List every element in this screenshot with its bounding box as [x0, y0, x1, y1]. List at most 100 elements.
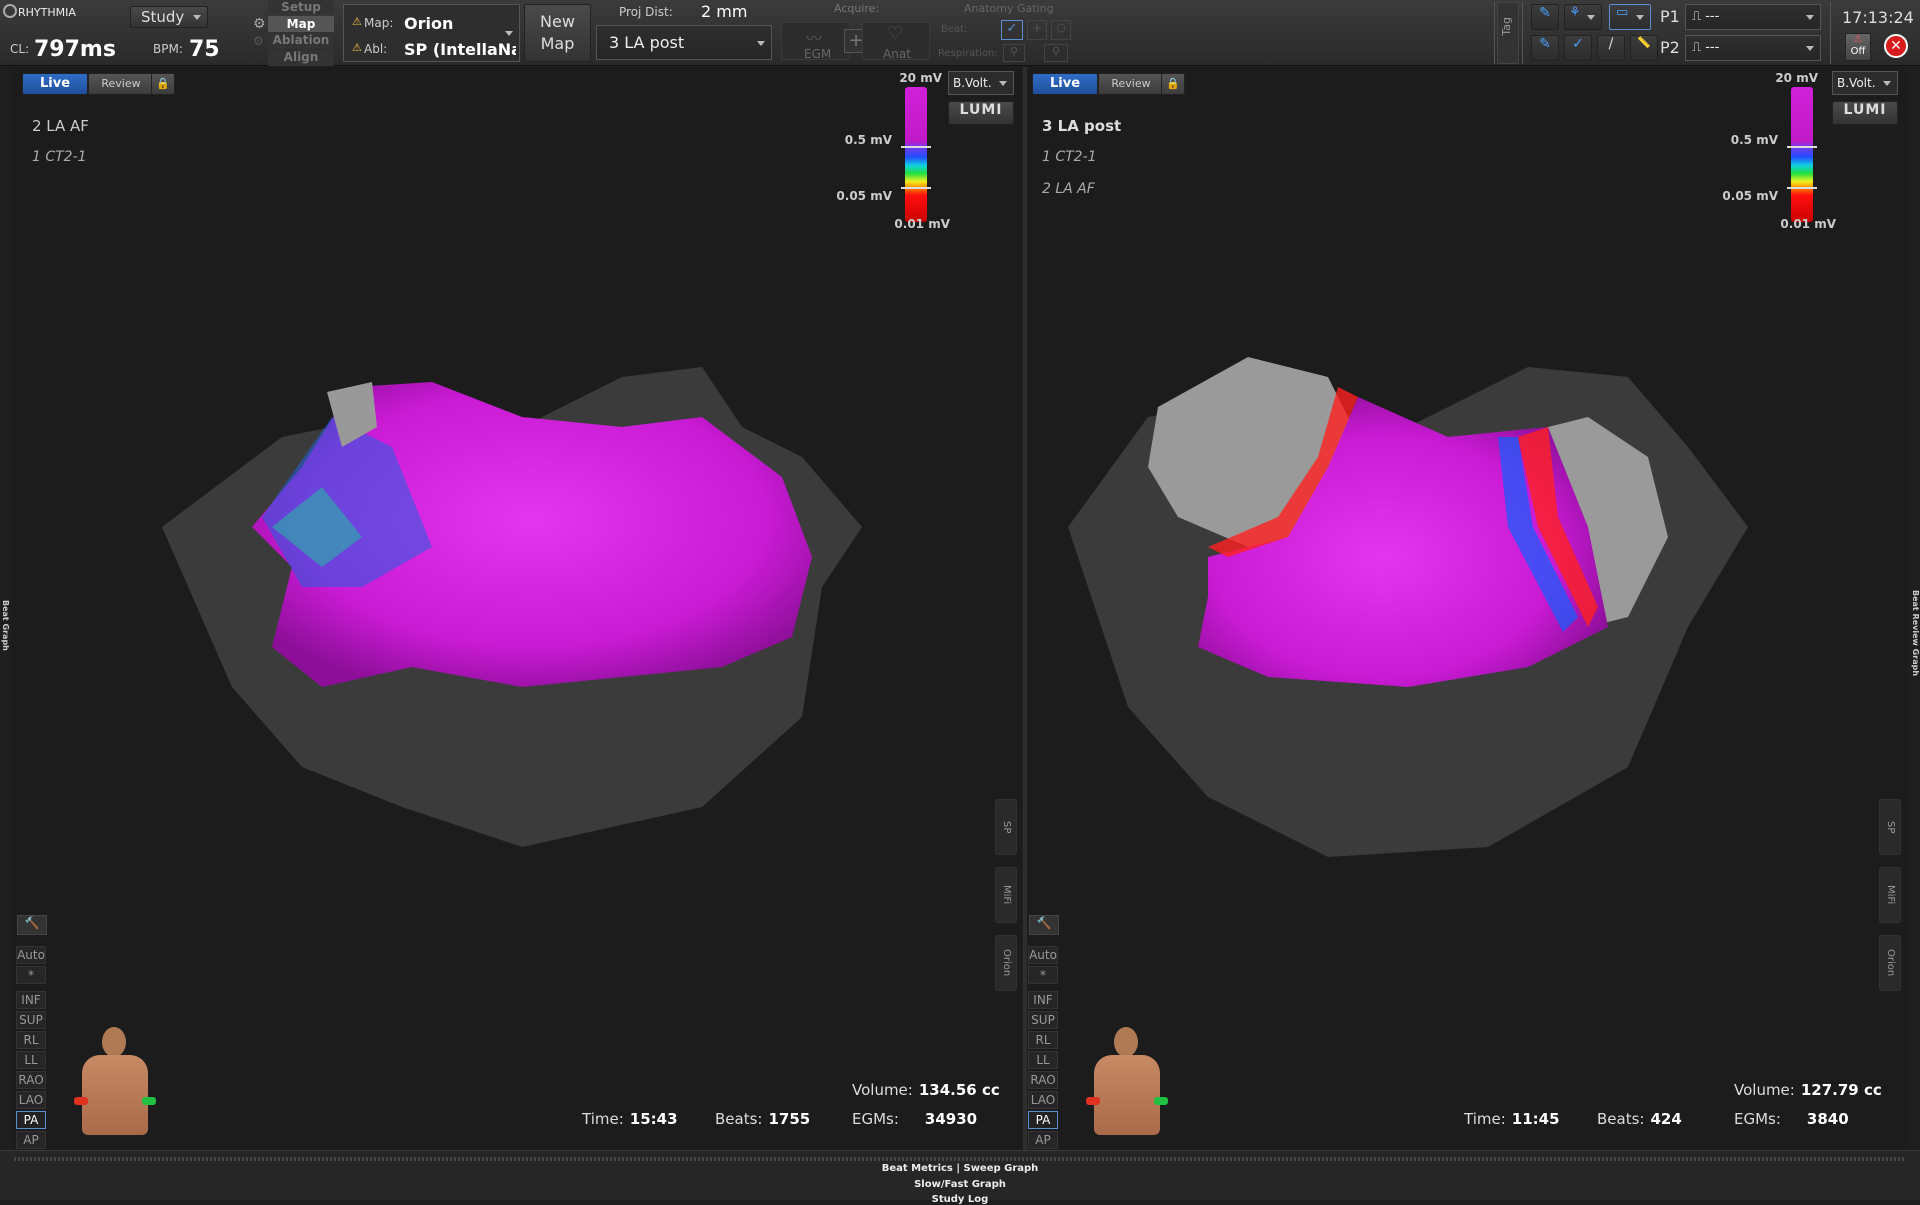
review-button[interactable]: Review [1098, 73, 1164, 95]
hammer-icon[interactable]: 🔨 [17, 915, 47, 935]
beat-graph-side-tab[interactable]: Beat Graph [0, 600, 10, 680]
warning-icon: ⚠ [352, 41, 362, 54]
scale-top-label: 20 mV [1775, 71, 1818, 85]
slow-fast-graph-tab[interactable]: Slow/Fast Graph [0, 1179, 1920, 1190]
study-dropdown[interactable]: Study [130, 6, 208, 28]
proj-dist-value[interactable]: 2 mm [701, 2, 747, 21]
view-auto-button[interactable]: Auto [16, 946, 46, 964]
respiration-lungs-x-icon[interactable]: ⚲ [1044, 44, 1068, 62]
left-atrium-map-render [1068, 357, 1748, 857]
view-ll-button[interactable]: LL [16, 1051, 46, 1069]
bottom-grip-handle[interactable] [14, 1157, 1906, 1161]
view-ap-button[interactable]: AP [1028, 1131, 1058, 1149]
gear-icon[interactable]: ⚙ [253, 16, 266, 32]
new-map-button[interactable]: New Map [524, 4, 591, 62]
chevron-down-icon [1636, 15, 1644, 20]
scale-lower-handle[interactable] [1787, 187, 1817, 189]
volume-label: Volume: [852, 1081, 913, 1099]
beat-review-graph-side-tab[interactable]: Beat Review Graph [1908, 590, 1920, 690]
proj-dist-label: Proj Dist: [619, 5, 673, 19]
respiration-lungs-icon[interactable]: ⚲ [1003, 44, 1025, 62]
view-pa-button[interactable]: PA [1028, 1111, 1058, 1129]
volume-stat: Volume: 134.56 cc [852, 1081, 1000, 1099]
map-type-dropdown[interactable]: B.Volt. [1832, 71, 1898, 95]
beat-metrics-sweep-graph-tab[interactable]: Beat Metrics | Sweep Graph [0, 1163, 1920, 1174]
map-catheter-dropdown[interactable]: ⚠ Map: Orion ⚠ Abl: SP (IntellaNa [343, 4, 520, 62]
panel-divider[interactable] [1023, 67, 1027, 1150]
sp-side-tab[interactable]: SP [1879, 799, 1901, 855]
catheter-tool-icon[interactable]: ✎ [1531, 35, 1559, 61]
3d-map-viewport[interactable] [1028, 287, 1888, 887]
lock-icon[interactable]: 🔒 [1161, 73, 1185, 95]
view-rl-button[interactable]: RL [1028, 1031, 1058, 1049]
tag-tab[interactable]: Tag [1497, 2, 1519, 64]
chevron-down-icon [757, 40, 765, 46]
lock-icon[interactable]: 🔒 [151, 73, 175, 95]
orion-side-tab[interactable]: Orion [1879, 935, 1901, 991]
ruler-icon[interactable]: 📏 [1630, 35, 1658, 61]
view-lao-button[interactable]: LAO [1028, 1091, 1058, 1109]
scale-upper-handle[interactable] [1787, 146, 1817, 148]
close-icon[interactable]: ✕ [1884, 34, 1908, 58]
view-rl-button[interactable]: RL [16, 1031, 46, 1049]
view-pa-button[interactable]: PA [16, 1111, 46, 1129]
egms-label: EGMs: [1734, 1110, 1781, 1128]
map-type-dropdown[interactable]: B.Volt. [948, 71, 1014, 95]
live-button[interactable]: Live [1032, 73, 1098, 95]
view-inf-button[interactable]: INF [16, 991, 46, 1009]
map-select-dropdown[interactable]: 3 LA post [596, 25, 772, 60]
mode-align[interactable]: Align [268, 50, 334, 66]
view-auto-button[interactable]: Auto [1028, 946, 1058, 964]
off-label: Off [1850, 46, 1866, 57]
acquire-egm-button[interactable]: 〰 EGM [781, 22, 850, 61]
view-rao-button[interactable]: RAO [1028, 1071, 1058, 1089]
scale-upper-handle[interactable] [901, 146, 931, 148]
catheter-visibility-dropdown[interactable]: ⚘ [1564, 4, 1602, 30]
p1-dropdown[interactable]: ⎍ --- [1685, 4, 1821, 30]
hammer-icon[interactable]: 🔨 [1029, 915, 1059, 935]
view-ap-button[interactable]: AP [16, 1131, 46, 1149]
catheter-pen-icon[interactable]: ✎ [1531, 4, 1559, 30]
map-type-value: B.Volt. [1837, 76, 1876, 90]
off-toggle-button[interactable]: ⚠ Off [1845, 33, 1871, 61]
voltage-color-scale[interactable] [905, 87, 927, 222]
view-star-button[interactable]: * [16, 966, 46, 984]
view-lao-button[interactable]: LAO [16, 1091, 46, 1109]
beat-gating-plus-icon[interactable]: + [1027, 20, 1047, 40]
beat-gating-circle-icon[interactable]: ○ [1051, 20, 1071, 40]
brush-icon[interactable]: / [1597, 35, 1625, 61]
view-ll-button[interactable]: LL [1028, 1051, 1058, 1069]
mode-map[interactable]: Map [268, 16, 334, 32]
lumi-button[interactable]: LUMI [948, 101, 1014, 125]
mode-ablation[interactable]: Ablation [268, 33, 334, 49]
clock: 17:13:24 [1842, 8, 1914, 27]
view-inf-button[interactable]: INF [1028, 991, 1058, 1009]
torso-orientation-icon[interactable] [1086, 1027, 1168, 1137]
live-button[interactable]: Live [22, 73, 88, 95]
view-star-button[interactable]: * [1028, 966, 1058, 984]
beats-value: 424 [1650, 1110, 1682, 1128]
orion-side-tab[interactable]: Orion [995, 935, 1017, 991]
lumi-button[interactable]: LUMI [1832, 101, 1898, 125]
scale-lower-handle[interactable] [901, 187, 931, 189]
display-monitor-dropdown[interactable]: ▭ [1609, 4, 1651, 30]
view-sup-button[interactable]: SUP [1028, 1011, 1058, 1029]
mifi-side-tab[interactable]: MiFi [1879, 867, 1901, 923]
review-button[interactable]: Review [88, 73, 154, 95]
voltage-color-scale[interactable] [1791, 87, 1813, 222]
mode-setup[interactable]: Setup [268, 0, 334, 14]
acquire-anat-button[interactable]: ♡ Anat [862, 22, 930, 61]
time-stat: Time: 15:43 [582, 1110, 678, 1128]
time-label: Time: [582, 1110, 624, 1128]
view-rao-button[interactable]: RAO [16, 1071, 46, 1089]
ablation-catheter-icon[interactable]: ✓ [1564, 35, 1592, 61]
3d-map-viewport[interactable] [102, 287, 982, 887]
view-sup-button[interactable]: SUP [16, 1011, 46, 1029]
map-select-value: 3 LA post [609, 33, 685, 52]
p2-dropdown[interactable]: ⎍ --- [1685, 35, 1821, 61]
sp-side-tab[interactable]: SP [995, 799, 1017, 855]
beat-gating-check-icon[interactable]: ✓ [1001, 20, 1023, 40]
mifi-side-tab[interactable]: MiFi [995, 867, 1017, 923]
torso-orientation-icon[interactable] [74, 1027, 156, 1137]
scale-low-label: 0.05 mV [1722, 189, 1778, 203]
